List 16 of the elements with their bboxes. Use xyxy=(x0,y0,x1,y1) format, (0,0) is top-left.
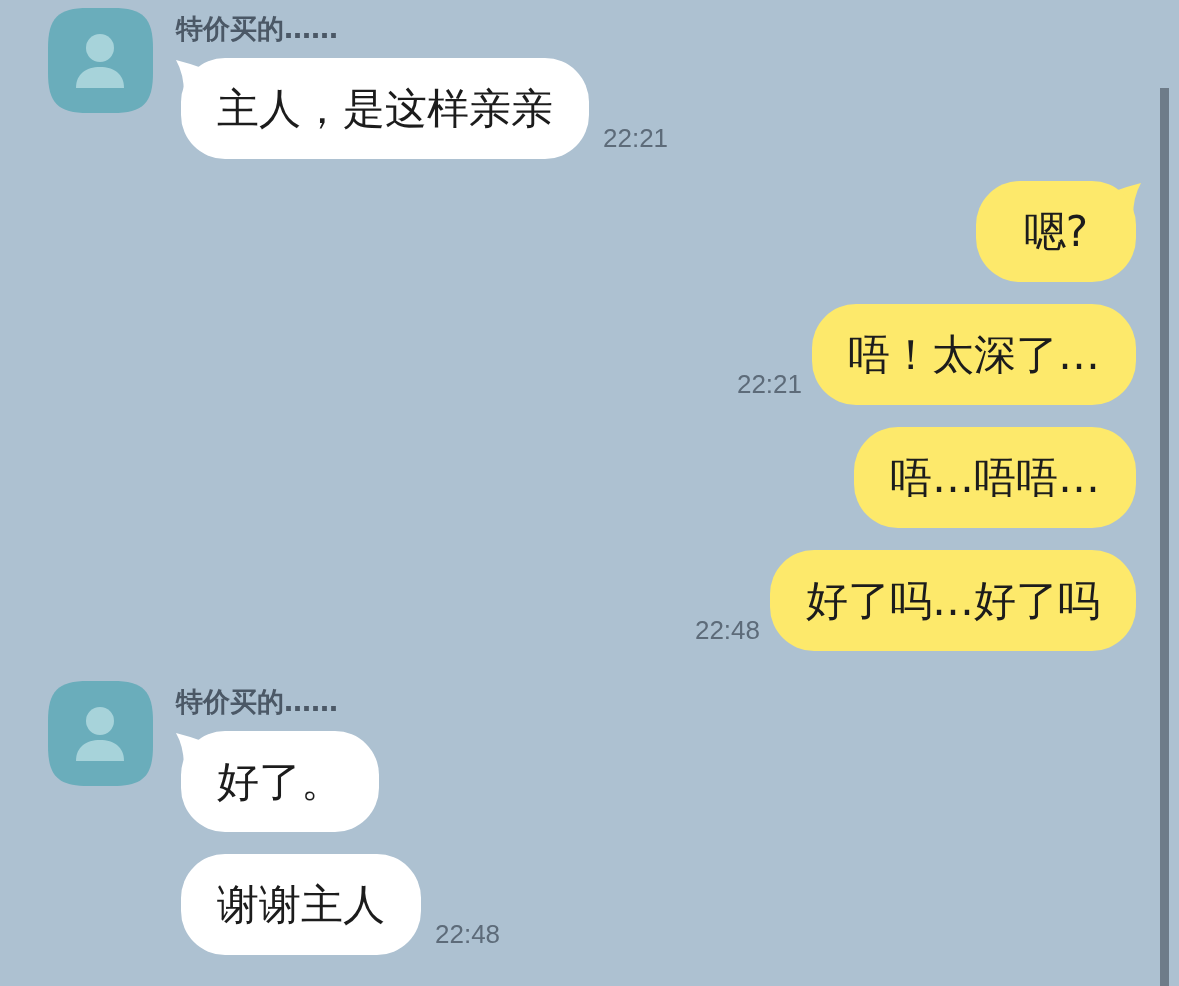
message-time: 22:21 xyxy=(736,369,802,399)
message-bubble: 唔！太深了… xyxy=(812,304,1136,405)
message-bubble: 唔…唔唔… xyxy=(854,427,1136,528)
message-time: 22:21 xyxy=(603,123,669,153)
scrollbar[interactable] xyxy=(1160,88,1169,986)
sender-name: 特价买的…… xyxy=(176,685,339,719)
message-bubble: 主人，是这样亲亲 xyxy=(181,58,589,159)
person-avatar-icon xyxy=(48,8,153,113)
message-time: 22:48 xyxy=(435,919,501,949)
message-bubble: 嗯? xyxy=(976,181,1136,282)
message-bubble: 谢谢主人 xyxy=(181,854,421,955)
person-avatar-icon xyxy=(48,681,153,786)
message-bubble: 好了。 xyxy=(181,731,379,832)
sender-name: 特价买的…… xyxy=(176,12,339,46)
message-bubble: 好了吗…好了吗 xyxy=(770,550,1136,651)
message-time: 22:48 xyxy=(694,615,760,645)
